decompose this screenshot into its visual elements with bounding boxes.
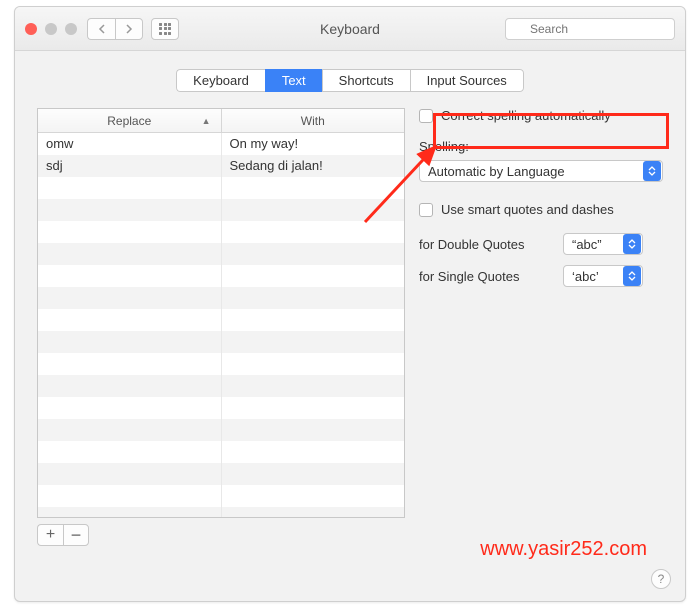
double-quotes-value: “abc” [572,237,622,252]
cell-with: On my way! [222,133,405,155]
column-with[interactable]: With [222,109,405,132]
forward-button[interactable] [115,18,143,40]
double-quotes-row: for Double Quotes “abc” [419,233,663,255]
spelling-value: Automatic by Language [428,164,642,179]
table-body[interactable]: omw On my way! sdj Sedang di jalan! [38,133,404,517]
tab-shortcuts[interactable]: Shortcuts [322,69,410,92]
single-quotes-label: for Single Quotes [419,269,555,284]
show-all-button[interactable] [151,18,179,40]
double-quotes-select[interactable]: “abc” [563,233,643,255]
titlebar: Keyboard [15,7,685,51]
remove-button[interactable]: − [63,524,89,546]
back-button[interactable] [87,18,115,40]
tab-bar: Keyboard Text Shortcuts Input Sources [176,69,524,92]
table-row [38,243,404,265]
table-row [38,507,404,517]
table-row[interactable]: omw On my way! [38,133,404,155]
correct-spelling-checkbox[interactable] [419,109,433,123]
table-row[interactable]: sdj Sedang di jalan! [38,155,404,177]
cell-with: Sedang di jalan! [222,155,405,177]
window-controls [25,23,77,35]
correct-spelling-label: Correct spelling automatically [441,108,611,123]
watermark: www.yasir252.com [480,538,647,561]
table-row [38,441,404,463]
tab-keyboard[interactable]: Keyboard [176,69,265,92]
tab-text[interactable]: Text [265,69,322,92]
preferences-window: Keyboard Keyboard Text Shortcuts Input S… [14,6,686,602]
cell-replace: sdj [38,155,222,177]
smart-quotes-checkbox[interactable] [419,203,433,217]
add-button[interactable]: + [37,524,63,546]
minimize-button[interactable] [45,23,57,35]
zoom-button[interactable] [65,23,77,35]
table-row [38,397,404,419]
help-button[interactable]: ? [651,569,671,589]
chevron-left-icon [98,24,106,34]
single-quotes-value: ‘abc’ [572,269,622,284]
cell-replace: omw [38,133,222,155]
table-row [38,375,404,397]
nav-buttons [87,18,143,40]
table-row [38,265,404,287]
select-arrows-icon [623,266,641,286]
select-arrows-icon [643,161,661,181]
double-quotes-label: for Double Quotes [419,237,555,252]
column-replace-label: Replace [107,114,151,128]
smart-quotes-label: Use smart quotes and dashes [441,202,614,217]
table-footer: + − [37,524,405,546]
spelling-select[interactable]: Automatic by Language [419,160,663,182]
table-row [38,419,404,441]
window-title: Keyboard [320,21,380,37]
chevron-right-icon [125,24,133,34]
table-header: Replace ▲ With [38,109,404,133]
table-row [38,287,404,309]
tab-input-sources[interactable]: Input Sources [410,69,524,92]
select-arrows-icon [623,234,641,254]
correct-spelling-option[interactable]: Correct spelling automatically [419,108,663,123]
table-row [38,331,404,353]
table-row [38,199,404,221]
single-quotes-row: for Single Quotes ‘abc’ [419,265,663,287]
grid-icon [159,23,171,35]
close-button[interactable] [25,23,37,35]
table-row [38,353,404,375]
table-row [38,221,404,243]
sort-indicator-icon: ▲ [202,109,211,133]
table-row [38,485,404,507]
smart-quotes-option[interactable]: Use smart quotes and dashes [419,202,663,217]
spelling-label: Spelling: [419,139,663,154]
search-input[interactable] [505,18,675,40]
table-row [38,463,404,485]
table-row [38,309,404,331]
column-replace[interactable]: Replace ▲ [38,109,222,132]
single-quotes-select[interactable]: ‘abc’ [563,265,643,287]
replacements-table: Replace ▲ With omw On my way! sdj Sedang… [37,108,405,518]
table-row [38,177,404,199]
